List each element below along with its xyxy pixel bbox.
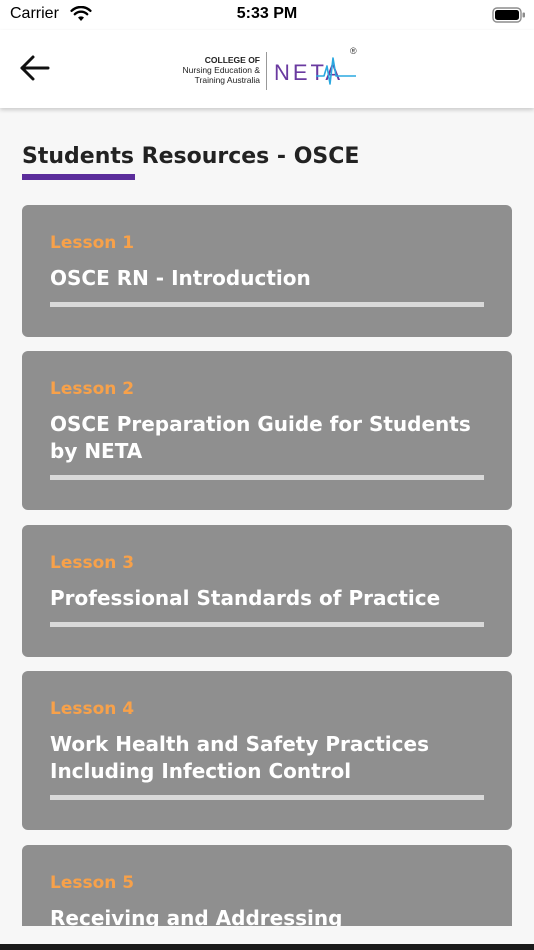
lesson-title: Work Health and Safety Practices Includi… xyxy=(50,732,429,783)
lesson-title: OSCE RN - Introduction xyxy=(50,266,311,290)
lesson-title: OSCE Preparation Guide for Students by N… xyxy=(50,412,471,463)
title-underline xyxy=(22,174,135,180)
lesson-number: Lesson 1 xyxy=(50,233,135,253)
lesson-number: Lesson 2 xyxy=(50,379,135,399)
lesson-title: Receiving and Addressing xyxy=(50,906,343,926)
status-bar: Carrier 5:33 PM xyxy=(0,0,534,30)
registered-mark: ® xyxy=(350,46,357,56)
neta-wordmark: NETA xyxy=(274,57,356,85)
back-button[interactable] xyxy=(14,48,54,88)
lesson-divider xyxy=(50,475,484,480)
neta-logo: COLLEGE OF Nursing Education & Training … xyxy=(166,46,362,94)
lesson-card[interactable]: Lesson 1 OSCE RN - Introduction xyxy=(22,205,512,337)
battery-icon xyxy=(492,7,525,23)
back-arrow-icon xyxy=(20,55,50,81)
clock-time: 5:33 PM xyxy=(236,5,298,22)
main-content[interactable]: Students Resources - OSCE Lesson 1 OSCE … xyxy=(0,108,534,926)
lesson-card[interactable]: Lesson 2 OSCE Preparation Guide for Stud… xyxy=(22,351,512,510)
lesson-card[interactable]: Lesson 3 Professional Standards of Pract… xyxy=(22,525,512,657)
lesson-number: Lesson 5 xyxy=(50,873,135,893)
lesson-card[interactable]: Lesson 4 Work Health and Safety Practice… xyxy=(22,671,512,830)
logo-divider xyxy=(266,52,267,90)
lesson-divider xyxy=(50,622,484,627)
lesson-divider xyxy=(50,795,484,800)
lesson-divider xyxy=(50,302,484,307)
bottom-edge xyxy=(0,944,534,950)
lesson-number: Lesson 3 xyxy=(50,553,135,573)
lesson-number: Lesson 4 xyxy=(50,699,135,719)
lesson-title: Professional Standards of Practice xyxy=(50,586,441,610)
lesson-card[interactable]: Lesson 5 Receiving and Addressing xyxy=(22,845,512,926)
logo-college-text: COLLEGE OF Nursing Education & Training … xyxy=(182,55,261,85)
page-title: Students Resources - OSCE xyxy=(22,144,360,169)
navigation-bar: COLLEGE OF Nursing Education & Training … xyxy=(0,30,534,108)
